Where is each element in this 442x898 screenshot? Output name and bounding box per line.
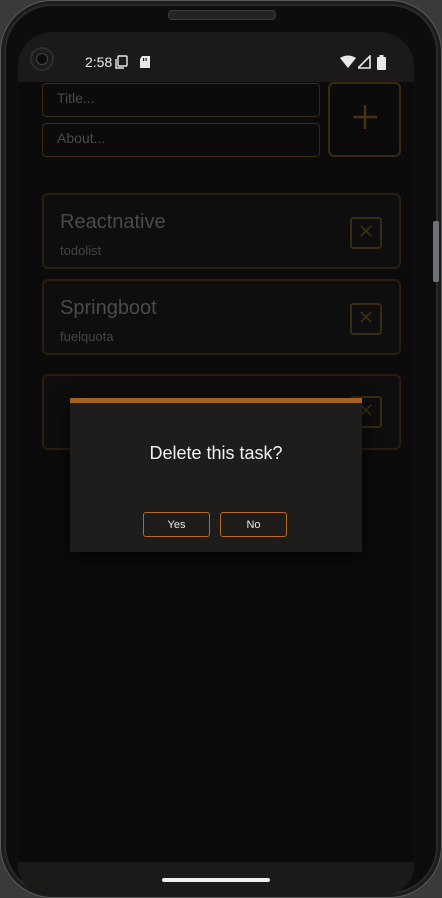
task-subtitle: fuelquota — [60, 329, 114, 344]
app-content: Title... About... Reactnative todolist S… — [18, 82, 414, 862]
about-input-placeholder: About... — [57, 130, 106, 146]
about-input[interactable]: About... — [42, 123, 320, 157]
task-title: Springboot — [60, 297, 157, 319]
task-title: Reactnative — [60, 211, 166, 233]
side-button[interactable] — [433, 221, 439, 282]
battery-icon — [377, 55, 386, 75]
yes-button[interactable]: Yes — [143, 512, 210, 537]
task-card[interactable]: Reactnative todolist — [42, 193, 401, 269]
delete-task-button[interactable] — [350, 217, 382, 249]
title-input[interactable]: Title... — [42, 83, 320, 117]
title-input-placeholder: Title... — [57, 90, 95, 106]
close-icon — [359, 224, 373, 243]
task-subtitle: todolist — [60, 243, 102, 258]
phone-screen: 2:58 Title... About... Reactnative todol… — [18, 32, 414, 894]
delete-task-button[interactable] — [350, 303, 382, 335]
add-task-button[interactable] — [328, 82, 401, 157]
front-camera-icon — [30, 47, 54, 71]
status-time: 2:58 — [85, 54, 113, 70]
signal-icon — [356, 54, 371, 74]
task-card[interactable]: Springboot fuelquota — [42, 279, 401, 355]
home-gesture-handle[interactable] — [162, 878, 270, 882]
no-button[interactable]: No — [220, 512, 287, 537]
delete-confirm-dialog: Delete this task? Yes No — [70, 398, 362, 552]
plus-icon — [351, 103, 379, 136]
earpiece-speaker — [168, 10, 276, 20]
close-icon — [359, 310, 373, 329]
navigation-bar — [18, 862, 414, 894]
screenshot-icon — [115, 55, 129, 74]
dialog-title: Delete this task? — [149, 443, 283, 463]
status-bar: 2:58 — [18, 32, 414, 82]
sd-card-icon — [139, 55, 151, 74]
wifi-icon — [340, 55, 356, 74]
